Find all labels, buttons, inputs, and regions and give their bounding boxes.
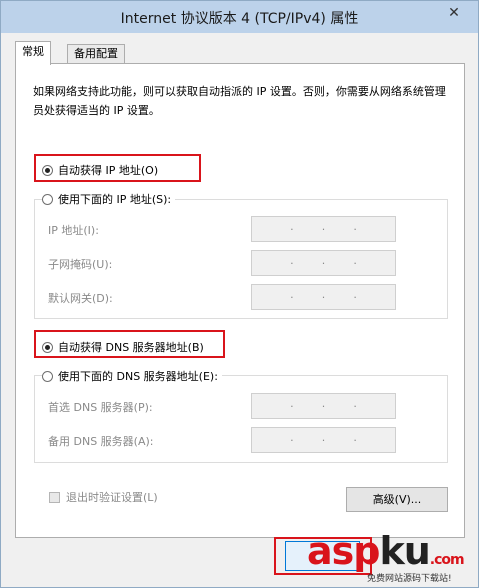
subnet-mask-label: 子网掩码(U): (48, 258, 113, 271)
alternate-dns-label: 备用 DNS 服务器(A): (48, 435, 154, 448)
radio-manual-dns-label: 使用下面的 DNS 服务器地址(E): (58, 370, 218, 383)
alternate-dns-input[interactable]: · · · (251, 427, 396, 453)
watermark-logo: aspku.com 免费网站源码下载站! (307, 529, 477, 587)
radio-manual-ip-label: 使用下面的 IP 地址(S): (58, 193, 172, 206)
radio-auto-dns-label: 自动获得 DNS 服务器地址(B) (58, 341, 204, 354)
tab-alternate-configuration[interactable]: 备用配置 (67, 44, 125, 64)
window-title: Internet 协议版本 4 (TCP/IPv4) 属性 (120, 11, 359, 27)
close-icon: ✕ (448, 5, 460, 21)
radio-manual-dns-indicator[interactable] (42, 370, 53, 382)
general-panel: 如果网络支持此功能，则可以获取自动指派的 IP 设置。否则，你需要从网络系统管理… (15, 63, 465, 538)
watermark-subtitle: 免费网站源码下载站! (367, 574, 452, 584)
description-text: 如果网络支持此功能，则可以获取自动指派的 IP 设置。否则，你需要从网络系统管理… (33, 85, 446, 117)
radio-manual-ip[interactable]: 使用下面的 IP 地址(S): (42, 191, 176, 207)
default-gateway-label: 默认网关(D): (48, 292, 113, 305)
radio-auto-ip[interactable]: 自动获得 IP 地址(O) (42, 162, 163, 178)
radio-manual-dns[interactable]: 使用下面的 DNS 服务器地址(E): (42, 368, 222, 384)
validate-settings-checkbox-box[interactable] (49, 491, 60, 503)
radio-auto-ip-indicator[interactable] (42, 164, 53, 176)
validate-settings-label: 退出时验证设置(L) (66, 491, 158, 504)
preferred-dns-label: 首选 DNS 服务器(P): (48, 401, 153, 414)
watermark-logo-text: aspku.com (307, 529, 465, 573)
radio-auto-ip-label: 自动获得 IP 地址(O) (58, 164, 159, 177)
advanced-button[interactable]: 高级(V)... (346, 487, 448, 512)
validate-settings-checkbox[interactable]: 退出时验证设置(L) (49, 489, 158, 505)
title-bar[interactable]: Internet 协议版本 4 (TCP/IPv4) 属性 ✕ (1, 1, 478, 33)
ip-address-input[interactable]: · · · (251, 216, 396, 242)
close-button[interactable]: ✕ (440, 2, 468, 24)
radio-auto-dns-indicator[interactable] (42, 341, 53, 353)
dialog-window: Internet 协议版本 4 (TCP/IPv4) 属性 ✕ 常规 备用配置 … (0, 0, 479, 588)
preferred-dns-input[interactable]: · · · (251, 393, 396, 419)
tab-general[interactable]: 常规 (15, 41, 51, 65)
default-gateway-input[interactable]: · · · (251, 284, 396, 310)
radio-manual-ip-indicator[interactable] (42, 193, 53, 205)
subnet-mask-input[interactable]: · · · (251, 250, 396, 276)
ip-address-label: IP 地址(I): (48, 224, 99, 237)
radio-auto-dns[interactable]: 自动获得 DNS 服务器地址(B) (42, 339, 208, 355)
